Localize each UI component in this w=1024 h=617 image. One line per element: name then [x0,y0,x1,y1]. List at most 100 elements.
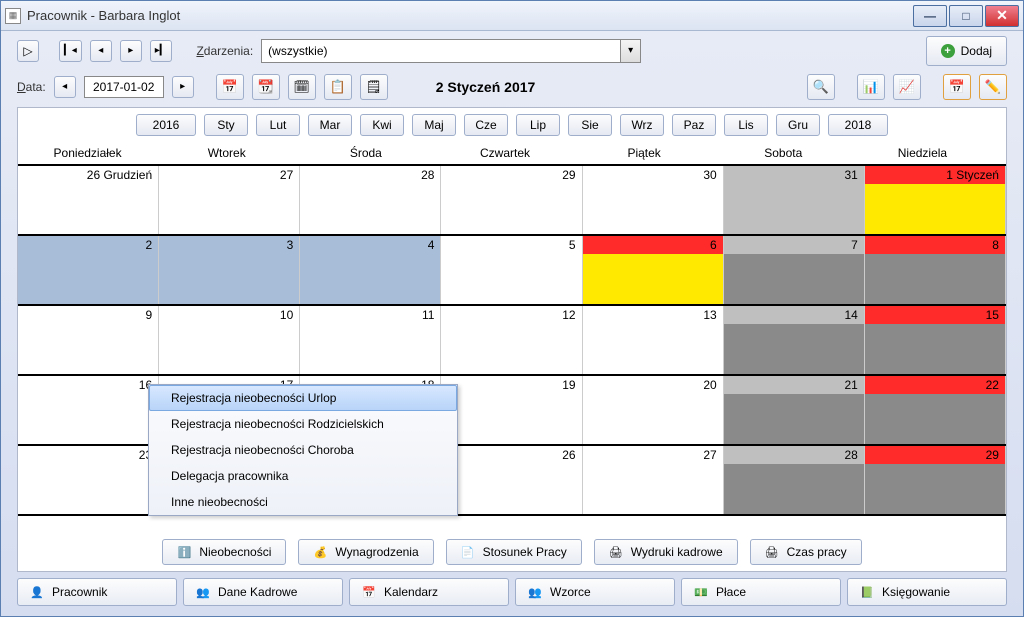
tab-label: Płace [716,585,746,599]
tool2-button[interactable]: 📈 [893,74,921,100]
date-input[interactable] [84,76,164,98]
month-button-paz[interactable]: Paz [672,114,716,136]
calendar-cell[interactable]: 26 Grudzień [18,166,159,234]
month-button-sie[interactable]: Sie [568,114,612,136]
calendar-cell[interactable]: 27 [583,446,724,514]
calendar-cell[interactable]: 19 [441,376,582,444]
calendar-cell[interactable]: 29 [441,166,582,234]
calendar-body[interactable]: 26 Grudzień27282930311 Styczeń2345678910… [18,166,1006,533]
edit-icon-button[interactable]: ✏️ [979,74,1007,100]
main-tab-2[interactable]: 📅Kalendarz [349,578,509,606]
main-tab-4[interactable]: 💵Płace [681,578,841,606]
calendar-cell[interactable]: 16 [18,376,159,444]
next-year-button[interactable]: 2018 [828,114,888,136]
date-prev-button[interactable]: ◂ [54,76,76,98]
sub-tab-3[interactable]: 🖨Wydruki kadrowe [594,539,738,565]
calendar-cell[interactable]: 15 [865,306,1006,374]
tab-icon: 👥 [528,585,542,599]
month-button-lis[interactable]: Lis [724,114,768,136]
add-button[interactable]: + Dodaj [926,36,1007,66]
calendar-cell[interactable]: 7 [724,236,865,304]
calendar-cell[interactable]: 10 [159,306,300,374]
calendar-cell[interactable]: 27 [159,166,300,234]
calendar-cell[interactable]: 4 [300,236,441,304]
calendar-cell[interactable]: 6 [583,236,724,304]
main-tab-0[interactable]: 👤Pracownik [17,578,177,606]
month-button-maj[interactable]: Maj [412,114,456,136]
calendar-cell[interactable]: 14 [724,306,865,374]
calendar-day-number: 3 [159,236,299,254]
context-menu-item[interactable]: Delegacja pracownika [149,463,457,489]
month-button-lut[interactable]: Lut [256,114,300,136]
month-button-kwi[interactable]: Kwi [360,114,404,136]
calendar-cell[interactable]: 23 [18,446,159,514]
calendar-day-fill [583,254,723,304]
main-tab-5[interactable]: 📗Księgowanie [847,578,1007,606]
calendar-icon-button[interactable]: 📅 [943,74,971,100]
date-next-button[interactable]: ▸ [172,76,194,98]
calendar-cell[interactable]: 26 [441,446,582,514]
tab-label: Stosunek Pracy [483,545,567,559]
cal-view3-button[interactable]: 🗓 [288,74,316,100]
calendar-day-number: 21 [724,376,864,394]
calendar-cell[interactable]: 1 Styczeń [865,166,1006,234]
calendar-cell[interactable]: 20 [583,376,724,444]
calendar-cell[interactable]: 13 [583,306,724,374]
play-button[interactable]: ▷ [17,40,39,62]
month-button-lip[interactable]: Lip [516,114,560,136]
calendar-cell[interactable]: 21 [724,376,865,444]
weekday-header: Niedziela [853,142,992,164]
events-dropdown-button[interactable]: ▾ [621,39,641,63]
sub-tab-2[interactable]: 📄Stosunek Pracy [446,539,582,565]
events-input[interactable] [261,39,621,63]
cal-view5-button[interactable]: 🗒 [360,74,388,100]
cal-view2-button[interactable]: 📆 [252,74,280,100]
tool1-button[interactable]: 📊 [857,74,885,100]
month-button-gru[interactable]: Gru [776,114,820,136]
calendar-cell[interactable]: 2 [18,236,159,304]
search-icon-button[interactable]: 🔍 [807,74,835,100]
calendar-cell[interactable]: 3 [159,236,300,304]
maximize-button[interactable]: □ [949,5,983,27]
calendar-cell[interactable]: 5 [441,236,582,304]
calendar-cell[interactable]: 30 [583,166,724,234]
month-button-sty[interactable]: Sty [204,114,248,136]
close-button[interactable]: ✕ [985,5,1019,27]
calendar-cell[interactable]: 22 [865,376,1006,444]
main-tab-1[interactable]: 👥Dane Kadrowe [183,578,343,606]
month-button-mar[interactable]: Mar [308,114,352,136]
cal-view1-button[interactable]: 📅 [216,74,244,100]
calendar-cell[interactable]: 12 [441,306,582,374]
calendar-day-fill [865,254,1005,304]
nav-first-button[interactable]: ▎◂ [59,40,82,62]
calendar-cell[interactable]: 29 [865,446,1006,514]
context-menu-item[interactable]: Rejestracja nieobecności Urlop [149,385,457,411]
nav-next-button[interactable]: ▸ [120,40,142,62]
month-button-cze[interactable]: Cze [464,114,508,136]
calendar-cell[interactable]: 28 [300,166,441,234]
calendar-cell[interactable]: 9 [18,306,159,374]
tab-label: Dane Kadrowe [218,585,297,599]
sub-tab-0[interactable]: ℹ️Nieobecności [162,539,286,565]
calendar-cell[interactable]: 31 [724,166,865,234]
cal-view4-button[interactable]: 📋 [324,74,352,100]
calendar-day-fill [865,324,1005,374]
context-menu-item[interactable]: Inne nieobecności [149,489,457,515]
prev-year-button[interactable]: 2016 [136,114,196,136]
context-menu-item[interactable]: Rejestracja nieobecności Rodzicielskich [149,411,457,437]
context-menu-item[interactable]: Rejestracja nieobecności Choroba [149,437,457,463]
weekday-header: Poniedziałek [18,142,157,164]
calendar-cell[interactable]: 28 [724,446,865,514]
nav-last-button[interactable]: ▸▎ [150,40,173,62]
events-label: Zdarzenia: [196,44,253,58]
month-button-wrz[interactable]: Wrz [620,114,664,136]
sub-tab-1[interactable]: 💰Wynagrodzenia [298,539,433,565]
calendar-day-number: 15 [865,306,1005,324]
main-tab-3[interactable]: 👥Wzorce [515,578,675,606]
calendar-cell[interactable]: 8 [865,236,1006,304]
nav-prev-button[interactable]: ◂ [90,40,112,62]
sub-tab-4[interactable]: 🖨Czas pracy [750,539,862,565]
calendar-cell[interactable]: 11 [300,306,441,374]
minimize-button[interactable]: — [913,5,947,27]
events-combo[interactable]: ▾ [261,39,641,63]
